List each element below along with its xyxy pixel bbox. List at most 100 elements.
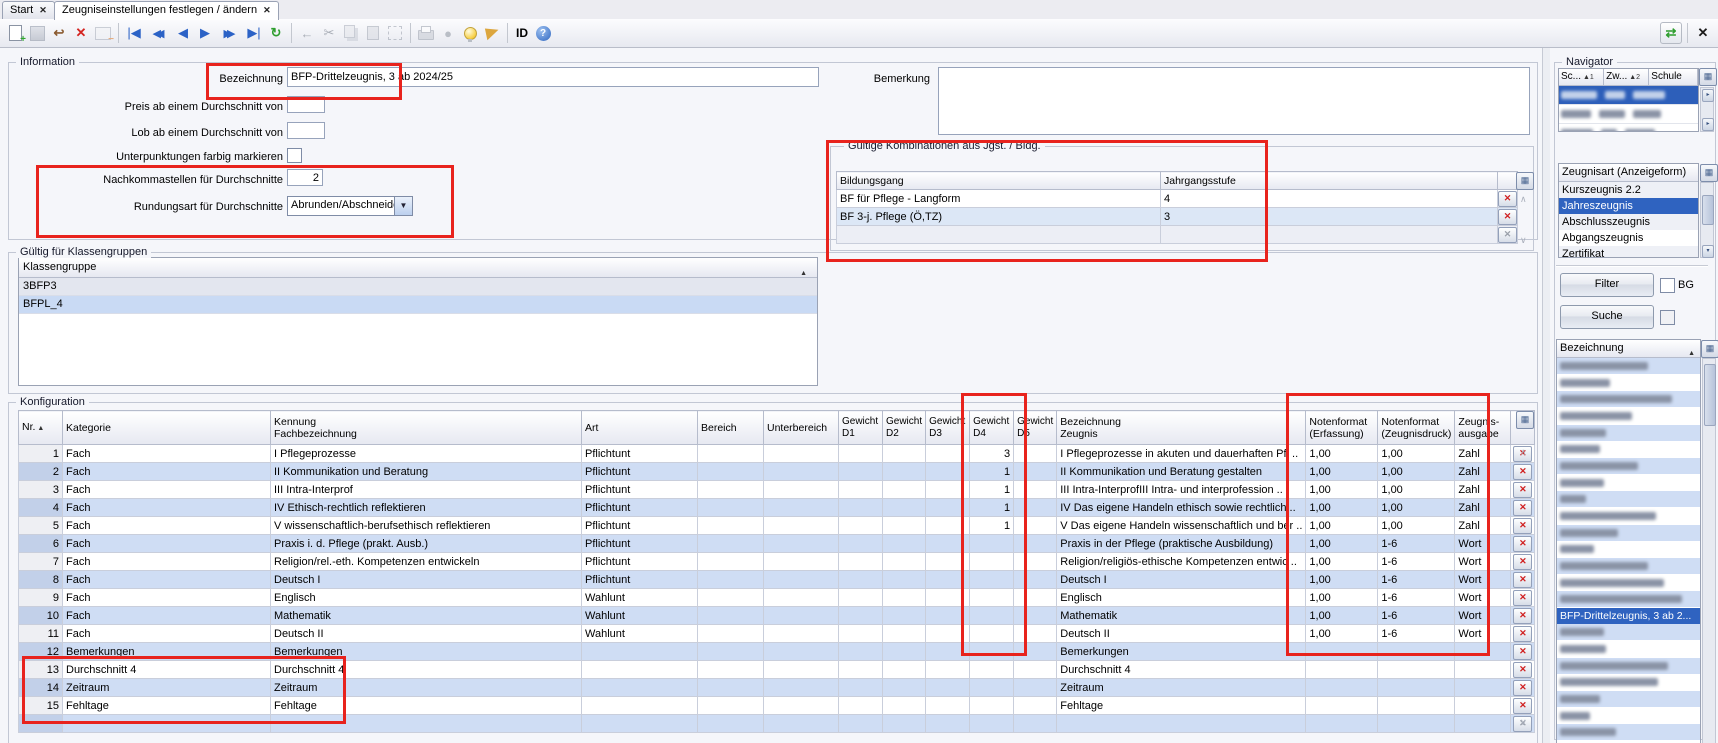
table-row[interactable]: 6FachPraxis i. d. Pflege (prakt. Ausb.)P… xyxy=(19,535,1535,553)
table-row[interactable]: BF für Pflege - Langform4✕ xyxy=(837,190,1518,208)
column-header[interactable]: Bezeichnung Zeugnis xyxy=(1057,411,1306,445)
tab-start[interactable]: Start✕ xyxy=(2,1,55,19)
scrollbar-thumb[interactable] xyxy=(1704,364,1716,426)
list-item[interactable] xyxy=(1557,491,1700,507)
navigator-scrollbar[interactable]: ▸ ▸ xyxy=(1700,87,1714,132)
close-tab-icon[interactable]: ✕ xyxy=(39,5,47,15)
previous-record-icon[interactable]: ◀ xyxy=(173,23,193,43)
scroll-down-icon[interactable]: ∨ xyxy=(1520,236,1527,245)
list-item[interactable] xyxy=(1557,408,1700,424)
column-header[interactable]: Art xyxy=(582,411,698,445)
column-header[interactable]: Schule xyxy=(1649,69,1698,85)
scroll-down-icon[interactable]: ∨ xyxy=(1520,718,1527,727)
close-window-icon[interactable]: ✕ xyxy=(1693,23,1713,43)
column-header[interactable]: Kategorie xyxy=(63,411,271,445)
list-item-selected[interactable]: BFP-Drittelzeugnis, 3 ab 2... xyxy=(1557,608,1700,624)
table-row[interactable]: 14ZeitraumZeitraumZeitraum✕ xyxy=(19,679,1535,697)
next-record-icon[interactable]: ▶ xyxy=(195,23,215,43)
lob-input[interactable] xyxy=(287,122,325,139)
field-chooser-icon[interactable]: ▦ xyxy=(1516,411,1534,429)
filter-button[interactable]: Filter xyxy=(1560,273,1654,297)
table-row[interactable] xyxy=(1559,124,1698,132)
list-item[interactable] xyxy=(1557,658,1700,674)
table-row[interactable]: 2FachII Kommunikation und BeratungPflich… xyxy=(19,463,1535,481)
table-row[interactable]: BF 3-j. Pflege (Ö,TZ)3✕ xyxy=(837,208,1518,226)
scroll-up-icon[interactable]: ∧ xyxy=(1520,448,1527,457)
bg-checkbox[interactable] xyxy=(1660,278,1675,293)
scroll-up-icon[interactable]: ∧ xyxy=(1520,195,1527,204)
delete-row-button[interactable]: ✕ xyxy=(1513,626,1532,642)
suche-button[interactable]: Suche xyxy=(1560,305,1654,329)
list-item[interactable] xyxy=(1557,541,1700,557)
delete-row-button[interactable]: ✕ xyxy=(1513,482,1532,498)
tab-zeugniseinstellungen[interactable]: Zeugniseinstellungen festlegen / ändern✕ xyxy=(54,1,279,20)
list-item[interactable] xyxy=(1557,624,1700,640)
table-row[interactable]: 5FachV wissenschaftlich-berufsethisch re… xyxy=(19,517,1535,535)
switch-window-icon[interactable]: ⇄ xyxy=(1660,22,1682,44)
first-record-icon[interactable]: |◀ xyxy=(124,23,144,43)
close-tab-icon[interactable]: ✕ xyxy=(263,5,271,15)
delete-row-button[interactable]: ✕ xyxy=(1513,608,1532,624)
field-chooser-icon[interactable]: ▦ xyxy=(1516,172,1534,190)
delete-row-button[interactable]: ✕ xyxy=(1513,644,1532,660)
column-header[interactable]: Gewicht D3 xyxy=(926,411,970,445)
list-item[interactable] xyxy=(1557,391,1700,407)
table-row[interactable]: ✕ xyxy=(837,226,1518,244)
table-row[interactable]: 1FachI PflegeprozessePflichtunt3I Pflege… xyxy=(19,445,1535,463)
unterpunktungen-checkbox[interactable] xyxy=(287,148,302,163)
column-header[interactable]: Notenformat (Erfassung) xyxy=(1306,411,1378,445)
list-item[interactable] xyxy=(1557,674,1700,690)
list-item[interactable] xyxy=(1557,558,1700,574)
new-record-icon[interactable]: + xyxy=(5,23,25,43)
column-header[interactable]: Sc... ▲1 xyxy=(1559,69,1604,85)
table-row[interactable]: 7FachReligion/rel.-eth. Kompetenzen entw… xyxy=(19,553,1535,571)
zeugnisart-scrollbar[interactable]: ▾ xyxy=(1700,182,1714,258)
scroll-button-icon[interactable]: ▸ xyxy=(1702,89,1714,102)
column-header[interactable]: Kennung Fachbezeichnung xyxy=(271,411,582,445)
column-header[interactable]: Gewicht D1 xyxy=(839,411,883,445)
list-item[interactable] xyxy=(1557,375,1700,391)
list-item[interactable]: Jahreszeugnis xyxy=(1559,198,1698,214)
last-record-icon[interactable]: ▶| xyxy=(244,23,264,43)
list-item[interactable] xyxy=(1557,425,1700,441)
table-row[interactable]: 12BemerkungenBemerkungenBemerkungen✕ xyxy=(19,643,1535,661)
table-row[interactable]: 4FachIV Ethisch-rechtlich reflektierenPf… xyxy=(19,499,1535,517)
preis-input[interactable] xyxy=(287,96,325,113)
delete-row-button[interactable]: ✕ xyxy=(1513,662,1532,678)
bezeichnung-scrollbar[interactable] xyxy=(1702,358,1716,743)
scrollbar-thumb[interactable] xyxy=(1702,195,1714,225)
record-disc-icon[interactable]: ● xyxy=(438,23,458,43)
delete-row-button[interactable]: ✕ xyxy=(1513,698,1532,714)
scroll-button-icon[interactable]: ▸ xyxy=(1702,118,1714,131)
nachkommastellen-input[interactable] xyxy=(287,169,323,186)
undo-icon[interactable]: ↩ xyxy=(49,23,69,43)
list-item[interactable] xyxy=(1557,724,1700,740)
scroll-down-icon[interactable]: ▾ xyxy=(1702,245,1714,258)
delete-row-button[interactable]: ✕ xyxy=(1498,209,1517,225)
field-chooser-icon[interactable]: ▦ xyxy=(1699,68,1717,86)
column-header[interactable]: Bereich xyxy=(698,411,764,445)
zeugnisart-header[interactable]: Zeugnisart (Anzeigeform) xyxy=(1559,164,1698,182)
list-item[interactable]: 3BFP3 xyxy=(19,278,817,296)
bemerkung-textarea[interactable] xyxy=(938,67,1530,135)
back-icon[interactable]: ← xyxy=(297,23,317,43)
list-item[interactable] xyxy=(1557,475,1700,491)
bezeichnung-list-header[interactable]: Bezeichnung ▲ xyxy=(1557,340,1700,358)
table-row[interactable]: 13Durchschnitt 4Durchschnitt 4Durchschni… xyxy=(19,661,1535,679)
table-row[interactable]: 15FehltageFehltageFehltage✕ xyxy=(19,697,1535,715)
list-item[interactable]: BFPL_4 xyxy=(19,296,817,314)
field-chooser-icon[interactable]: ▦ xyxy=(1700,164,1718,182)
rundungsart-combobox[interactable]: Abrunden/Abschneiden ▼ xyxy=(287,196,413,216)
list-item[interactable] xyxy=(1557,458,1700,474)
delete-row-button[interactable]: ✕ xyxy=(1513,572,1532,588)
column-header[interactable]: Gewicht D5 xyxy=(1014,411,1057,445)
list-item[interactable] xyxy=(1557,441,1700,457)
column-header[interactable]: Bildungsgang xyxy=(837,172,1161,190)
list-item[interactable] xyxy=(1557,708,1700,724)
delete-row-button[interactable]: ✕ xyxy=(1513,500,1532,516)
list-item[interactable]: Abschlusszeugnis xyxy=(1559,214,1698,230)
list-item[interactable] xyxy=(1557,508,1700,524)
list-item[interactable] xyxy=(1557,591,1700,607)
id-button[interactable]: ID xyxy=(516,26,528,40)
table-row[interactable]: 9FachEnglischWahluntEnglisch1,001-6Wort✕ xyxy=(19,589,1535,607)
